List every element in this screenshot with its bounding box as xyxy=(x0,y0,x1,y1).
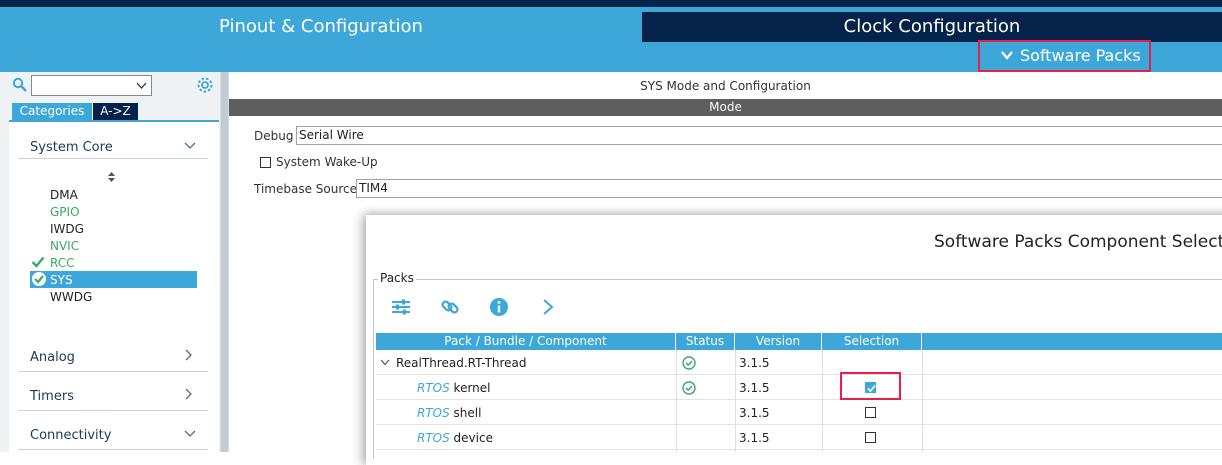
chevron-down-icon xyxy=(136,82,147,89)
pack-name: RealThread.RT-Thread xyxy=(396,356,527,370)
status-ok-icon xyxy=(682,356,696,370)
mode-section-bar: Mode xyxy=(229,99,1222,116)
packs-label: Packs xyxy=(378,271,416,285)
tab-categories[interactable]: Categories xyxy=(12,103,92,120)
column-divider xyxy=(676,350,677,452)
system-wakeup-checkbox[interactable] xyxy=(260,157,271,168)
debug-label: Debug xyxy=(254,129,294,143)
table-row[interactable] xyxy=(376,375,1222,400)
component-class: RTOS xyxy=(417,381,450,395)
checkmark-icon xyxy=(31,256,45,268)
status-ok-icon xyxy=(682,381,696,395)
column-header-component[interactable]: Pack / Bundle / Component xyxy=(376,333,676,350)
timebase-source-select[interactable]: TIM4 xyxy=(356,179,1222,198)
section-timers[interactable]: Timers xyxy=(30,389,74,404)
column-divider xyxy=(735,350,736,452)
software-packs-label: Software Packs xyxy=(1020,46,1141,65)
section-system-core[interactable]: System Core xyxy=(30,140,113,155)
table-row[interactable] xyxy=(376,400,1222,425)
divider xyxy=(18,158,208,159)
check-circle-icon xyxy=(32,272,46,286)
version-value: 3.1.5 xyxy=(739,406,770,420)
tab-underline xyxy=(9,120,219,122)
top-strip xyxy=(0,0,1222,7)
chevron-down-icon[interactable] xyxy=(380,359,390,366)
gear-icon[interactable] xyxy=(196,76,214,94)
system-wakeup-label: System Wake-Up xyxy=(276,155,378,169)
table-row[interactable] xyxy=(376,425,1222,450)
column-header-status[interactable]: Status xyxy=(676,333,735,350)
list-item-sys[interactable]: SYS xyxy=(50,272,73,288)
version-value: 3.1.5 xyxy=(739,356,770,370)
tab-clock-configuration[interactable]: Clock Configuration xyxy=(642,12,1222,42)
chevron-right-icon[interactable] xyxy=(185,388,193,400)
link-icon[interactable] xyxy=(440,297,460,317)
list-item-dma[interactable]: DMA xyxy=(50,187,78,203)
chevron-right-icon[interactable] xyxy=(542,297,554,317)
list-item-nvic[interactable]: NVIC xyxy=(50,238,79,254)
search-combobox[interactable] xyxy=(31,75,152,96)
filter-icon[interactable] xyxy=(391,297,411,317)
chevron-down-icon[interactable] xyxy=(184,430,196,438)
tab-a-to-z[interactable]: A->Z xyxy=(93,103,138,120)
search-icon[interactable] xyxy=(12,77,28,93)
divider xyxy=(18,371,208,372)
software-packs-button[interactable]: Software Packs xyxy=(978,40,1151,72)
component-class: RTOS xyxy=(417,406,450,420)
scrollbar-thumb[interactable] xyxy=(221,72,228,452)
section-analog[interactable]: Analog xyxy=(30,350,75,365)
section-connectivity[interactable]: Connectivity xyxy=(30,428,111,443)
chevron-right-icon[interactable] xyxy=(185,349,193,361)
divider xyxy=(18,449,208,450)
list-item-wwdg[interactable]: WWDG xyxy=(50,289,92,305)
version-value: 3.1.5 xyxy=(739,431,770,445)
component-name: RTOS shell xyxy=(417,401,481,426)
component-label: kernel xyxy=(449,381,491,395)
divider xyxy=(18,410,208,411)
list-item-iwdg[interactable]: IWDG xyxy=(50,221,84,237)
sort-icon[interactable] xyxy=(107,171,116,183)
column-header-selection[interactable]: Selection xyxy=(822,333,922,350)
dialog-title: Software Packs Component Selecto xyxy=(934,232,1222,252)
list-item-rcc[interactable]: RCC xyxy=(50,255,75,271)
selection-checkbox[interactable] xyxy=(865,407,876,418)
column-header-version[interactable]: Version xyxy=(735,333,822,350)
mode-panel-title: SYS Mode and Configuration xyxy=(640,79,811,93)
tab-pinout-configuration[interactable]: Pinout & Configuration xyxy=(0,12,642,42)
selection-highlight-box xyxy=(840,372,901,400)
timebase-source-label: Timebase Source xyxy=(254,182,358,196)
component-label: shell xyxy=(449,406,482,420)
component-name: RTOS device xyxy=(417,426,493,451)
selection-checkbox[interactable] xyxy=(865,432,876,443)
version-value: 3.1.5 xyxy=(739,381,770,395)
chevron-down-icon xyxy=(1001,51,1013,60)
debug-select[interactable]: Serial Wire xyxy=(296,126,1222,145)
column-divider xyxy=(922,350,923,452)
column-divider xyxy=(822,350,823,452)
list-item-gpio[interactable]: GPIO xyxy=(50,204,80,220)
component-name: RTOS kernel xyxy=(417,376,491,401)
chevron-down-icon[interactable] xyxy=(184,142,196,150)
info-icon[interactable] xyxy=(489,297,509,317)
component-label: device xyxy=(449,431,493,445)
component-class: RTOS xyxy=(417,431,450,445)
